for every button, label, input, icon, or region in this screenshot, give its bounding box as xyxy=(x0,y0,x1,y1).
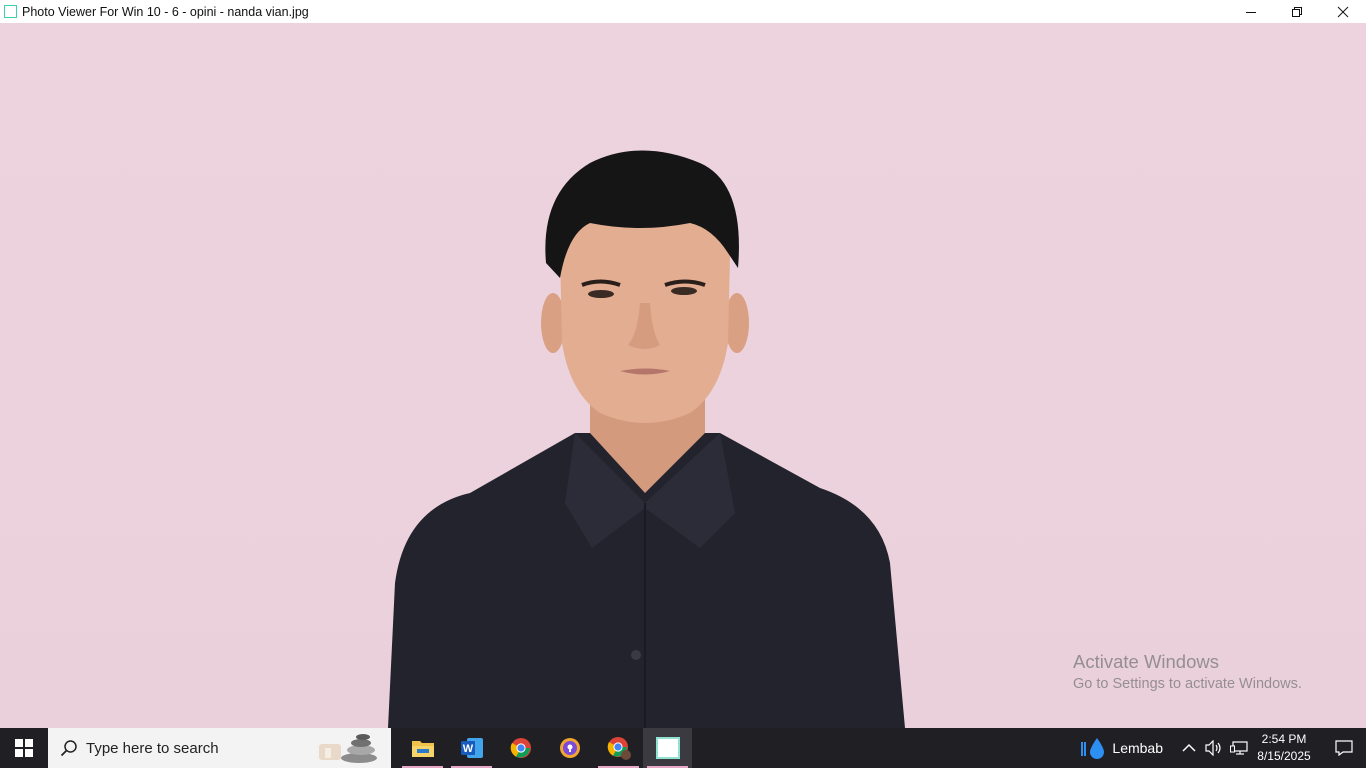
clock-date: 8/15/2025 xyxy=(1257,749,1311,763)
svg-text:W: W xyxy=(462,743,473,755)
clock[interactable]: 2:54 PM 8/15/2025 xyxy=(1254,731,1314,765)
notification-icon xyxy=(1335,740,1353,756)
taskbar-chrome[interactable] xyxy=(496,728,545,768)
title-bar: Photo Viewer For Win 10 - 6 - opini - na… xyxy=(0,0,1366,23)
taskbar: Type here to search W Lembab 2:54 PM 8/1… xyxy=(0,728,1366,768)
action-center-button[interactable] xyxy=(1322,728,1366,768)
photo-viewer-app-icon xyxy=(4,5,17,18)
windows-start-icon xyxy=(15,739,33,757)
system-tray: Lembab 2:54 PM 8/15/2025 xyxy=(1080,728,1366,768)
taskbar-search-box[interactable]: Type here to search xyxy=(48,728,391,768)
network-button[interactable] xyxy=(1227,740,1251,756)
speaker-icon xyxy=(1205,740,1221,756)
search-icon xyxy=(60,739,78,757)
shield-app-icon xyxy=(559,738,580,758)
start-button[interactable] xyxy=(0,728,48,768)
watermark-title: Activate Windows xyxy=(1073,651,1219,672)
humidity-drop-icon xyxy=(1081,738,1105,759)
taskbar-vpn-app[interactable] xyxy=(545,728,594,768)
network-icon xyxy=(1230,741,1248,755)
clock-time: 2:54 PM xyxy=(1261,732,1307,746)
restore-icon xyxy=(1292,6,1302,17)
watermark-subtitle: Go to Settings to activate Windows. xyxy=(1073,676,1302,692)
taskbar-photo-viewer[interactable] xyxy=(643,728,692,768)
chrome-icon xyxy=(510,738,531,758)
volume-button[interactable] xyxy=(1202,740,1226,756)
folder-icon xyxy=(411,741,434,757)
photo-canvas[interactable] xyxy=(0,23,1366,728)
restore-button[interactable] xyxy=(1274,0,1320,23)
window-title: Photo Viewer For Win 10 - 6 - opini - na… xyxy=(22,4,309,19)
close-button[interactable] xyxy=(1320,0,1366,23)
chevron-up-icon xyxy=(1182,743,1196,752)
search-highlight-image xyxy=(319,734,377,763)
taskbar-file-explorer[interactable] xyxy=(398,728,447,768)
taskbar-chrome-profile[interactable] xyxy=(594,728,643,768)
weather-label: Lembab xyxy=(1112,740,1163,756)
activate-windows-watermark: Activate Windows Go to Settings to activ… xyxy=(1073,651,1302,694)
taskbar-word[interactable]: W xyxy=(447,728,496,768)
search-placeholder: Type here to search xyxy=(86,739,219,757)
minimize-button[interactable] xyxy=(1228,0,1274,23)
word-icon: W xyxy=(460,738,483,758)
chrome-profile-icon xyxy=(607,737,631,760)
portrait-photo xyxy=(388,150,905,728)
show-hidden-icons-button[interactable] xyxy=(1177,743,1201,753)
window-controls xyxy=(1228,0,1366,23)
minimize-icon xyxy=(1246,11,1256,13)
photo-viewer-icon xyxy=(655,737,680,759)
taskbar-apps: W xyxy=(398,728,692,768)
weather-widget[interactable]: Lembab xyxy=(1080,736,1163,760)
close-icon xyxy=(1337,6,1349,17)
